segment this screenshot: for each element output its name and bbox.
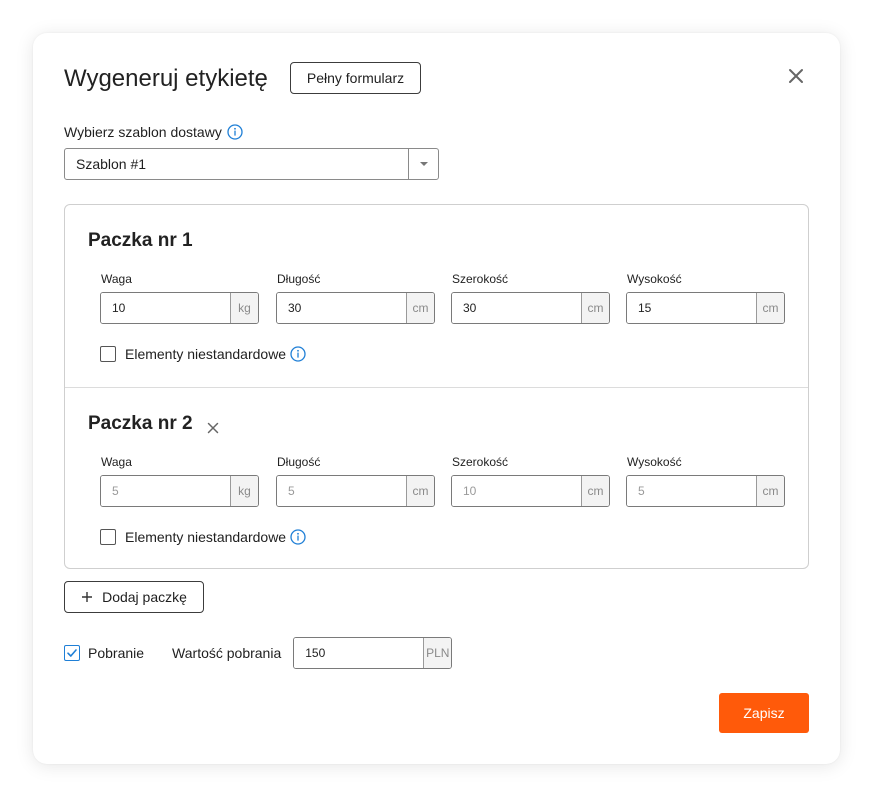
- cod-checkbox[interactable]: [64, 645, 80, 661]
- cod-value-label: Wartość pobrania: [172, 645, 282, 661]
- field-label: Waga: [101, 272, 132, 286]
- field-label: Długość: [277, 455, 321, 469]
- template-select[interactable]: Szablon #1: [64, 148, 439, 180]
- package-title-row: Paczka nr 2: [88, 413, 219, 435]
- remove-package-icon[interactable]: [207, 418, 219, 434]
- weight-field: Waga kg: [100, 272, 259, 324]
- template-select-value: Szablon #1: [76, 156, 147, 172]
- chevron-down-icon[interactable]: [408, 149, 438, 179]
- cod-value-input[interactable]: [294, 638, 424, 668]
- width-input[interactable]: [452, 293, 581, 323]
- height-field: Wysokość cm: [626, 455, 785, 507]
- unit-label: kg: [230, 293, 258, 323]
- length-input[interactable]: [277, 293, 406, 323]
- add-package-button[interactable]: Dodaj paczkę: [64, 581, 204, 613]
- currency-label: PLN: [423, 638, 452, 668]
- template-label-row: Wybierz szablon dostawy: [64, 124, 243, 140]
- length-field: Długość cm: [276, 272, 435, 324]
- unit-label: cm: [581, 476, 609, 506]
- height-field: Wysokość cm: [626, 272, 785, 324]
- width-field: Szerokość cm: [451, 272, 610, 324]
- add-package-label: Dodaj paczkę: [102, 589, 187, 605]
- field-label: Szerokość: [452, 272, 509, 286]
- unit-label: cm: [406, 293, 434, 323]
- package-title-row: Paczka nr 1: [88, 230, 193, 252]
- width-input[interactable]: [452, 476, 581, 506]
- cod-value-field: PLN: [293, 637, 453, 669]
- unit-label: kg: [230, 476, 258, 506]
- nonstandard-row: Elementy niestandardowe: [100, 529, 306, 545]
- length-input[interactable]: [277, 476, 406, 506]
- info-icon[interactable]: [290, 529, 306, 545]
- packages-panel: Paczka nr 1 Waga kg Długość cm Szerokość: [64, 204, 809, 569]
- width-field: Szerokość cm: [451, 455, 610, 507]
- unit-label: cm: [756, 476, 784, 506]
- info-icon[interactable]: [290, 346, 306, 362]
- dialog-title: Wygeneruj etykietę: [64, 65, 268, 92]
- nonstandard-checkbox[interactable]: [100, 529, 116, 545]
- weight-input[interactable]: [101, 293, 230, 323]
- field-label: Wysokość: [627, 455, 682, 469]
- field-label: Waga: [101, 455, 132, 469]
- package-section: Paczka nr 1 Waga kg Długość cm Szerokość: [65, 205, 808, 387]
- field-label: Szerokość: [452, 455, 509, 469]
- close-icon[interactable]: [785, 65, 807, 87]
- height-input[interactable]: [627, 476, 756, 506]
- package-title: Paczka nr 2: [88, 413, 193, 434]
- unit-label: cm: [756, 293, 784, 323]
- save-button[interactable]: Zapisz: [719, 693, 809, 733]
- unit-label: cm: [406, 476, 434, 506]
- nonstandard-checkbox[interactable]: [100, 346, 116, 362]
- info-icon[interactable]: [227, 124, 243, 140]
- length-field: Długość cm: [276, 455, 435, 507]
- package-title: Paczka nr 1: [88, 230, 193, 251]
- field-label: Wysokość: [627, 272, 682, 286]
- cod-label: Pobranie: [88, 645, 145, 661]
- cod-row: Pobranie Wartość pobrania PLN: [64, 637, 453, 669]
- package-section: Paczka nr 2 Waga kg Długość cm: [65, 387, 808, 569]
- generate-label-dialog: Wygeneruj etykietę Pełny formularz Wybie…: [33, 33, 840, 764]
- plus-icon: [81, 591, 93, 603]
- nonstandard-label: Elementy niestandardowe: [125, 346, 287, 362]
- nonstandard-row: Elementy niestandardowe: [100, 346, 306, 362]
- height-input[interactable]: [627, 293, 756, 323]
- unit-label: cm: [581, 293, 609, 323]
- weight-field: Waga kg: [100, 455, 259, 507]
- nonstandard-label: Elementy niestandardowe: [125, 529, 287, 545]
- template-label: Wybierz szablon dostawy: [64, 124, 222, 140]
- field-label: Długość: [277, 272, 321, 286]
- full-form-button[interactable]: Pełny formularz: [290, 62, 421, 94]
- weight-input[interactable]: [101, 476, 230, 506]
